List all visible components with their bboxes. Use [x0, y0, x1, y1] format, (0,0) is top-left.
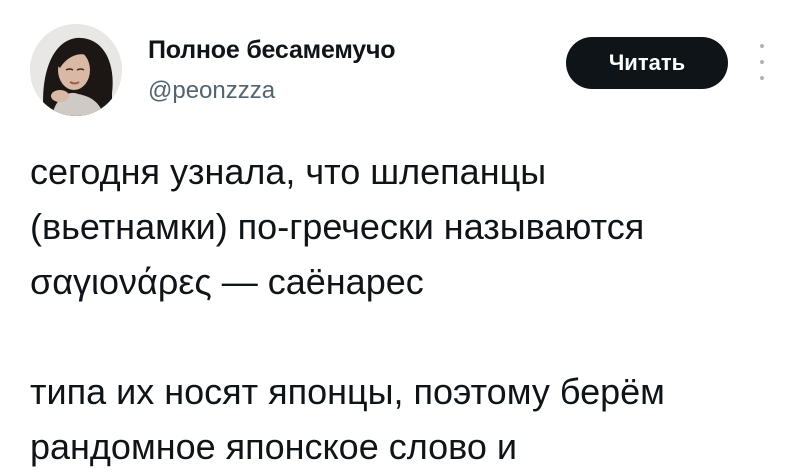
- tweet-text-line: σαγιονάρες — саёнарес: [30, 261, 424, 302]
- read-button[interactable]: Читать: [566, 37, 728, 89]
- author-handle[interactable]: @peonzzza: [148, 77, 275, 105]
- avatar[interactable]: [30, 24, 122, 116]
- more-vertical-icon[interactable]: [752, 44, 772, 80]
- tweet-text-line: (вьетнамки) по-гречески называются: [30, 206, 645, 247]
- more-dot: [760, 44, 764, 48]
- more-dot: [760, 60, 764, 64]
- avatar-image: [30, 24, 122, 116]
- tweet-text: сегодня узнала, что шлепанцы (вьетнамки)…: [30, 144, 790, 474]
- more-dot: [760, 76, 764, 80]
- author-display-name[interactable]: Полное бесамемучо: [148, 36, 396, 65]
- tweet-text-line: сегодня узнала, что шлепанцы: [30, 151, 547, 192]
- tweet-text-line: типа их носят японцы, поэтому берём: [30, 371, 665, 412]
- tweet-card: Полное бесамемучо @peonzzza Читать сегод…: [0, 0, 800, 468]
- tweet-text-line: рандомное японское слово и: [30, 426, 518, 467]
